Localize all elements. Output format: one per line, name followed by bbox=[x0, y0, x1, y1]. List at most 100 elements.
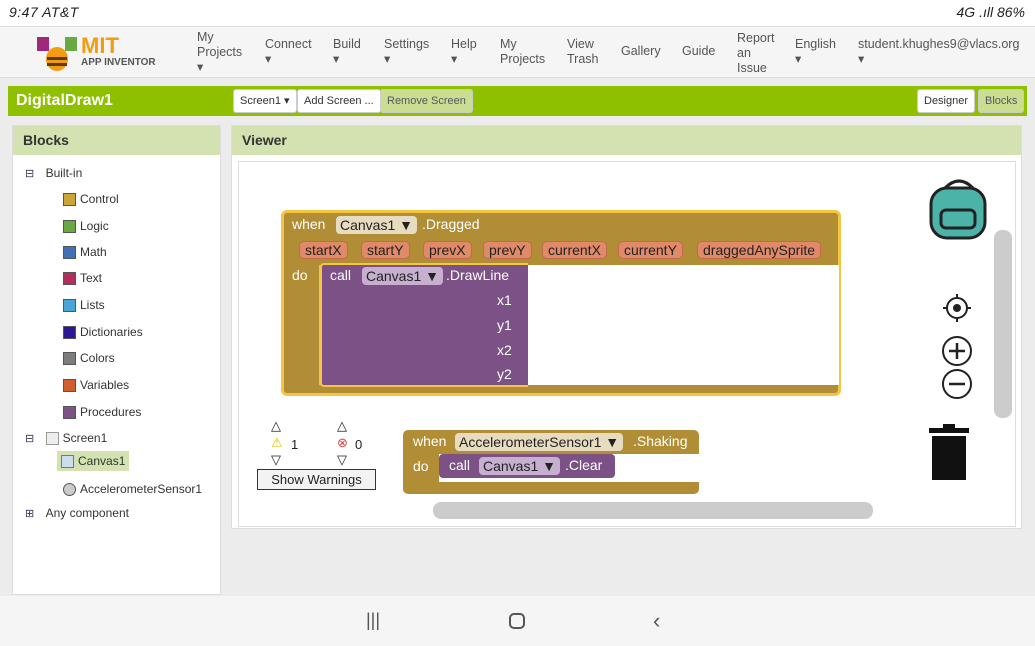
canvas-icon bbox=[61, 455, 74, 468]
param-draggedanysprite[interactable]: draggedAnySprite bbox=[697, 241, 821, 259]
drawer-colors[interactable]: Colors bbox=[63, 351, 115, 365]
method-name: .DrawLine bbox=[446, 267, 509, 283]
tree-accelerometer[interactable]: AccelerometerSensor1 bbox=[63, 482, 202, 496]
accelerometer-shaking-event-block[interactable]: when AccelerometerSensor1 ▼ .Shaking do … bbox=[403, 430, 699, 494]
drawer-label: Variables bbox=[80, 378, 129, 392]
horizontal-scrollbar[interactable] bbox=[433, 502, 873, 519]
show-warnings-button[interactable]: Show Warnings bbox=[257, 469, 376, 490]
next-warning-arrow-icon[interactable]: ▽ bbox=[271, 452, 281, 468]
recenter-icon[interactable] bbox=[941, 292, 973, 324]
tree-canvas1[interactable]: Canvas1 bbox=[57, 451, 129, 471]
canvas-clear-block[interactable]: call Canvas1 ▼ .Clear bbox=[439, 454, 615, 478]
viewer-title: Viewer bbox=[232, 126, 1021, 155]
screen-select[interactable]: Screen1 ▾ bbox=[233, 89, 297, 113]
home-icon[interactable] bbox=[509, 613, 525, 629]
nav-language[interactable]: English ▾ bbox=[795, 37, 841, 67]
remove-screen-button[interactable]: Remove Screen bbox=[380, 89, 473, 113]
drawer-procedures[interactable]: Procedures bbox=[63, 405, 141, 419]
project-title: DigitalDraw1 bbox=[16, 92, 113, 110]
trash-icon[interactable] bbox=[927, 424, 971, 482]
back-icon[interactable]: ‹ bbox=[653, 608, 660, 634]
drawer-lists[interactable]: Lists bbox=[63, 298, 105, 312]
accelerometer-icon bbox=[63, 483, 76, 496]
component-dropdown[interactable]: Canvas1 ▼ bbox=[479, 457, 560, 475]
procedures-swatch-icon bbox=[63, 406, 76, 419]
collapse-icon[interactable]: ⊟ bbox=[25, 167, 34, 180]
nav-view-trash[interactable]: View Trash bbox=[567, 37, 603, 67]
text-swatch-icon bbox=[63, 272, 76, 285]
dropdown-value: Canvas1 bbox=[483, 458, 538, 474]
component-dropdown[interactable]: Canvas1 ▼ bbox=[362, 267, 443, 285]
screen-label: Screen1 bbox=[63, 431, 108, 445]
tree-screen1[interactable]: ⊟ Screen1 bbox=[25, 431, 107, 445]
app-inventor-logo[interactable]: MIT APP INVENTOR bbox=[35, 31, 165, 73]
vertical-scrollbar[interactable] bbox=[994, 230, 1012, 418]
nav-settings[interactable]: Settings ▾ bbox=[384, 37, 434, 67]
dictionaries-swatch-icon bbox=[63, 326, 76, 339]
do-label: do bbox=[292, 267, 308, 283]
variables-swatch-icon bbox=[63, 379, 76, 392]
error-icon: ⊗ bbox=[337, 435, 348, 451]
param-currenty[interactable]: currentY bbox=[618, 241, 683, 259]
screen-icon bbox=[46, 432, 59, 445]
nav-build[interactable]: Build ▾ bbox=[333, 37, 363, 67]
designer-button[interactable]: Designer bbox=[917, 89, 975, 113]
status-bar: 9:47 AT&T 4G .ıll 86% bbox=[0, 0, 1035, 26]
canvas-dragged-event-block[interactable]: when Canvas1 ▼ .Dragged startX startY pr… bbox=[281, 210, 841, 396]
drawer-label: Math bbox=[80, 245, 107, 259]
component-dropdown[interactable]: AccelerometerSensor1 ▼ bbox=[455, 433, 623, 451]
dropdown-value: AccelerometerSensor1 bbox=[459, 434, 601, 450]
nav-gallery[interactable]: Gallery bbox=[621, 44, 661, 59]
tree-any-component[interactable]: ⊞ Any component bbox=[25, 506, 129, 520]
project-toolbar: DigitalDraw1 Screen1 ▾ Add Screen ... Re… bbox=[8, 86, 1027, 116]
param-prevy[interactable]: prevY bbox=[483, 241, 532, 259]
canvas-drawline-block[interactable]: call Canvas1 ▼ .DrawLine x1 y1 x2 y2 bbox=[320, 263, 528, 387]
drawer-control[interactable]: Control bbox=[63, 192, 119, 206]
any-component-label: Any component bbox=[46, 506, 129, 520]
param-currentx[interactable]: currentX bbox=[542, 241, 607, 259]
warning-icon: ⚠ bbox=[271, 435, 283, 451]
tree-builtin[interactable]: ⊟ Built-in bbox=[25, 166, 82, 180]
nav-report-issue[interactable]: Report an Issue bbox=[737, 31, 775, 76]
method-name: .Clear bbox=[565, 457, 602, 473]
nav-connect[interactable]: Connect ▾ bbox=[265, 37, 315, 67]
logic-swatch-icon bbox=[63, 220, 76, 233]
colors-swatch-icon bbox=[63, 352, 76, 365]
add-screen-button[interactable]: Add Screen ... bbox=[297, 89, 381, 113]
nav-guide[interactable]: Guide bbox=[682, 44, 715, 59]
recent-apps-icon[interactable]: ||| bbox=[366, 610, 380, 631]
blocks-button[interactable]: Blocks bbox=[978, 89, 1024, 113]
nav-account[interactable]: student.khughes9@vlacs.org ▾ bbox=[858, 37, 1028, 67]
when-label: when bbox=[413, 433, 446, 449]
prev-error-arrow-icon[interactable]: △ bbox=[337, 418, 347, 434]
nav-my-projects[interactable]: My Projects bbox=[500, 37, 550, 67]
drawer-logic[interactable]: Logic bbox=[63, 219, 109, 233]
component-dropdown[interactable]: Canvas1 ▼ bbox=[336, 216, 417, 234]
drawer-dictionaries[interactable]: Dictionaries bbox=[63, 325, 143, 339]
param-prevx[interactable]: prevX bbox=[423, 241, 472, 259]
when-label: when bbox=[292, 216, 325, 232]
warning-count: 1 bbox=[291, 437, 298, 452]
drawer-label: Control bbox=[80, 192, 119, 206]
prev-warning-arrow-icon[interactable]: △ bbox=[271, 418, 281, 434]
call-label: call bbox=[330, 267, 351, 283]
arg-y1: y1 bbox=[497, 317, 512, 333]
blocks-panel-title: Blocks bbox=[13, 126, 220, 155]
param-startx[interactable]: startX bbox=[299, 241, 348, 259]
zoom-out-icon[interactable] bbox=[940, 367, 974, 401]
drawer-math[interactable]: Math bbox=[63, 245, 107, 259]
dropdown-value: Canvas1 bbox=[340, 217, 395, 233]
backpack-icon[interactable] bbox=[925, 174, 995, 244]
nav-help[interactable]: Help ▾ bbox=[451, 37, 479, 67]
param-starty[interactable]: startY bbox=[361, 241, 410, 259]
expand-icon[interactable]: ⊞ bbox=[25, 507, 34, 520]
nav-my-projects-menu[interactable]: My Projects ▾ bbox=[197, 30, 247, 75]
zoom-in-icon[interactable] bbox=[940, 334, 974, 368]
arg-y2: y2 bbox=[497, 366, 512, 382]
next-error-arrow-icon[interactable]: ▽ bbox=[337, 452, 347, 468]
blocks-workspace[interactable]: when Canvas1 ▼ .Dragged startX startY pr… bbox=[238, 161, 1016, 527]
drawer-text[interactable]: Text bbox=[63, 271, 102, 285]
collapse-icon[interactable]: ⊟ bbox=[25, 432, 34, 445]
drawer-variables[interactable]: Variables bbox=[63, 378, 129, 392]
logo-text: MIT bbox=[81, 33, 119, 59]
